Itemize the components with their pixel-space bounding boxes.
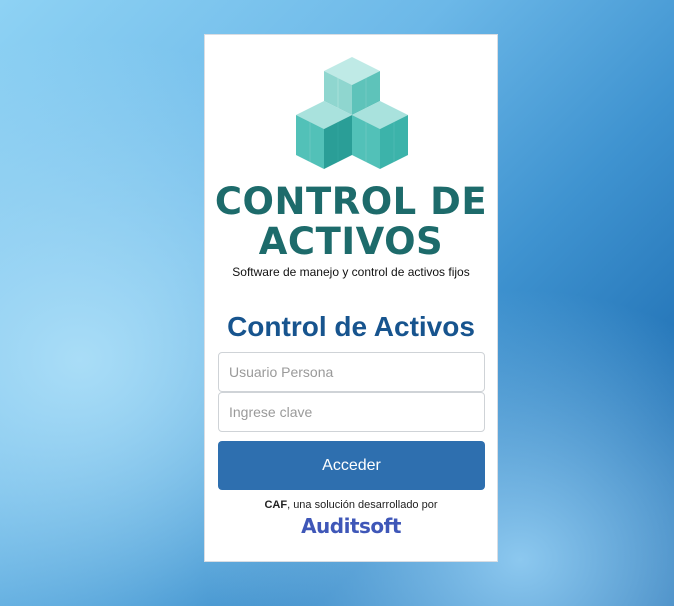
logo-title-line2: ACTIVOS [258,220,444,263]
acceder-button[interactable]: Acceder [218,441,485,490]
footer-company: CAF [264,499,288,511]
cubes-logo-icon [296,57,408,169]
footer-credit: CAF, una solución desarrollado por [205,499,497,511]
logo-subtitle: Software de manejo y control de activos … [232,265,470,279]
form-heading: Control de Activos [227,311,475,342]
login-page: { "logo": { "title_line1": "CONTROL DE",… [0,0,674,606]
username-input[interactable] [218,352,485,392]
footer-text: , una solución desarrollado por [287,499,438,511]
login-card: CONTROL DE ACTIVOS Software de manejo y … [204,34,498,562]
password-input[interactable] [218,392,485,432]
logo-title-line1: CONTROL DE [214,180,488,223]
auditsoft-logo: Auditsoft [301,514,401,538]
